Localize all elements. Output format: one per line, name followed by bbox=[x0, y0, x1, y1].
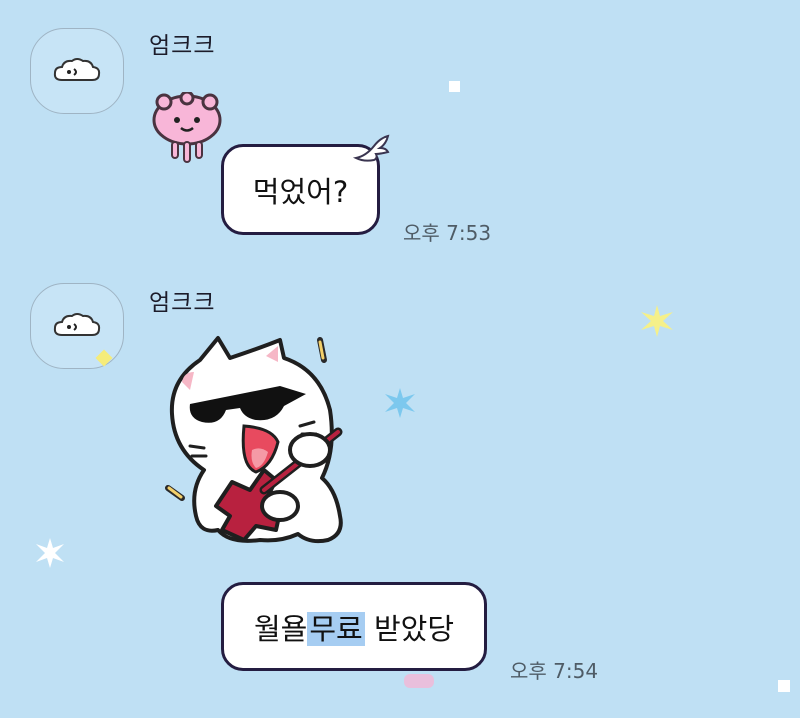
message-text: 월욜무료 받았당 bbox=[254, 606, 454, 648]
selected-text-highlight[interactable]: 무료 bbox=[307, 611, 365, 646]
sender-name: 엄크크 bbox=[149, 290, 216, 316]
sparkle-yellow-icon bbox=[641, 305, 673, 337]
cat-guitar-sunglasses-sticker[interactable] bbox=[160, 330, 360, 550]
sender-name: 엄크크 bbox=[149, 33, 216, 59]
sparkle-decoration bbox=[778, 680, 790, 692]
message-time: 오후 7:54 bbox=[510, 659, 599, 683]
message-bubble[interactable]: 월욜무료 받았당 bbox=[221, 582, 487, 671]
pink-jellyfish-sticker[interactable] bbox=[150, 92, 224, 164]
sparkle-blue-icon bbox=[385, 388, 415, 418]
wing-icon bbox=[352, 134, 390, 162]
sparkle-white-icon bbox=[36, 538, 64, 568]
message-text-part: 받았당 bbox=[364, 611, 454, 646]
cloud-face-icon bbox=[53, 313, 101, 336]
message-text: 먹었어? bbox=[252, 174, 349, 209]
avatar[interactable] bbox=[30, 28, 124, 114]
sparkle-pink-decoration bbox=[404, 674, 434, 688]
message-text-part: 월욜 bbox=[253, 611, 308, 646]
cloud-face-icon bbox=[53, 58, 101, 81]
message-time: 오후 7:53 bbox=[403, 221, 492, 245]
sparkle-decoration bbox=[449, 81, 460, 92]
